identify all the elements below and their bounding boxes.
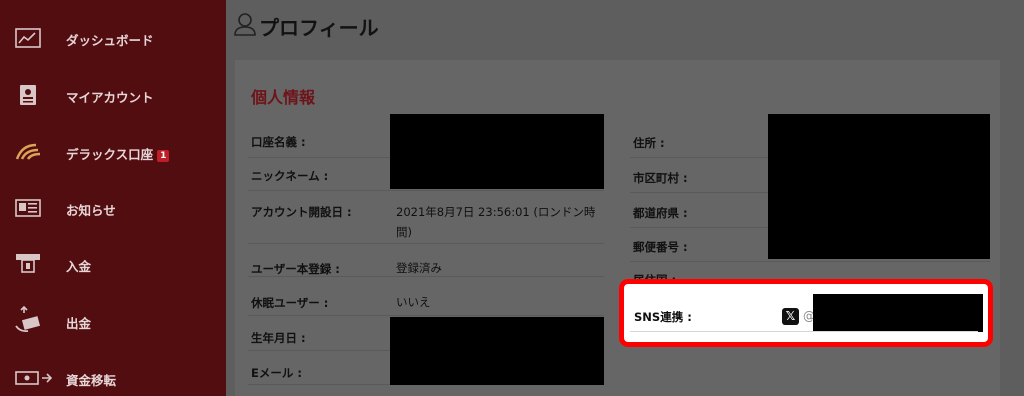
transfer-icon — [14, 366, 54, 390]
field-row-dormant: 休眠ユーザー : いいえ — [248, 283, 604, 316]
notification-badge: 1 — [157, 150, 170, 162]
user-icon — [234, 12, 256, 40]
sns-label: SNS連携 : — [634, 310, 692, 324]
sidebar-item-deluxe-account[interactable]: デラックス口座 1 — [0, 132, 226, 172]
sidebar-item-label: 資金移転 — [66, 373, 117, 388]
field-label: 休眠ユーザー : — [251, 296, 329, 310]
redacted-value — [390, 317, 604, 385]
section-title: 個人情報 — [251, 88, 316, 107]
newspaper-icon — [14, 196, 42, 220]
field-value: いいえ — [396, 295, 431, 309]
field-row-registration: ユーザー本登録 : 登録済み — [248, 244, 604, 277]
field-value: 2021年8月7日 23:56:01 (ロンドン時間) — [396, 205, 596, 239]
sidebar-item-label: 入金 — [66, 259, 92, 274]
sns-highlight-box: SNS連携 : 𝕏 @ — [619, 279, 993, 347]
field-label: Eメール : — [251, 366, 302, 380]
account-card-icon — [14, 83, 42, 107]
redacted-value — [813, 294, 983, 332]
sidebar-item-deposit[interactable]: 入金 — [0, 244, 226, 284]
field-label: 生年月日 : — [251, 331, 306, 345]
sidebar-item-label: デラックス口座 1 — [66, 144, 170, 163]
sidebar-item-transfer[interactable]: 資金移転 — [0, 358, 226, 396]
sidebar-item-news[interactable]: お知らせ — [0, 188, 226, 228]
deposit-icon — [14, 252, 42, 276]
field-value: 登録済み — [396, 261, 442, 275]
withdraw-icon — [14, 306, 42, 333]
sidebar-item-label: 出金 — [66, 316, 92, 331]
sidebar-item-my-account[interactable]: マイアカウント — [0, 75, 226, 115]
field-label: ニックネーム : — [251, 169, 329, 183]
field-label: 住所 : — [633, 136, 665, 150]
redacted-value — [768, 114, 990, 259]
field-row-account-opened: アカウント開設日 : 2021年8月7日 23:56:01 (ロンドン時間) — [248, 192, 604, 244]
sidebar: ダッシュボード マイアカウント デラックス口座 1 お知らせ 入金 出金 資金移… — [0, 0, 226, 396]
field-label: アカウント開設日 : — [251, 205, 352, 219]
sidebar-item-label: ダッシュボード — [66, 33, 154, 48]
x-logo-icon[interactable]: 𝕏 — [782, 308, 799, 325]
field-label: 郵便番号 : — [633, 240, 688, 254]
sidebar-item-label: お知らせ — [66, 203, 116, 218]
sidebar-item-dashboard[interactable]: ダッシュボード — [0, 18, 226, 58]
sidebar-item-label: マイアカウント — [66, 90, 154, 105]
page-header: プロフィール — [226, 0, 1024, 52]
field-label: 口座名義 : — [251, 135, 306, 149]
redacted-value — [390, 114, 604, 189]
field-label: ユーザー本登録 : — [251, 262, 340, 276]
field-label: 都道府県 : — [633, 206, 688, 220]
dashboard-chart-icon — [14, 26, 42, 50]
divider — [630, 331, 978, 332]
sidebar-item-withdraw[interactable]: 出金 — [0, 301, 226, 341]
field-label: 市区町村 : — [633, 171, 688, 185]
page-title: プロフィール — [259, 16, 379, 40]
deluxe-logo-icon — [14, 140, 42, 164]
